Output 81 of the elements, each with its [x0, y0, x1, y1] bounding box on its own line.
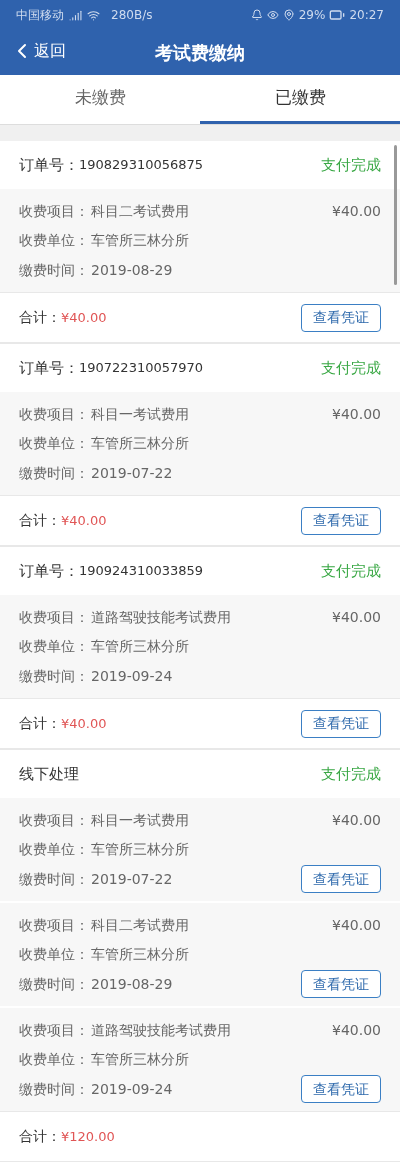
- field-label: 收费单位：: [19, 1050, 89, 1069]
- view-voucher-button[interactable]: 查看凭证: [301, 303, 381, 332]
- order-number: 190924310033859: [79, 562, 204, 581]
- field-label: 缴费时间：: [19, 260, 89, 280]
- payment-status: 支付完成: [321, 154, 381, 176]
- total-amount: ¥120.00: [61, 1127, 115, 1146]
- view-voucher-button[interactable]: 查看凭证: [301, 1075, 381, 1103]
- field-label: 收费项目：: [19, 1020, 89, 1040]
- field-value: 2019-07-22: [91, 869, 173, 889]
- field-label: 收费项目：: [19, 810, 89, 830]
- tab[interactable]: 已缴费: [200, 75, 400, 124]
- field-label: 缴费时间：: [19, 1079, 89, 1099]
- fee-amount: ¥40.00: [332, 916, 381, 935]
- payment-status: 支付完成: [321, 763, 381, 785]
- section-title: 线下处理: [19, 763, 79, 785]
- field-value: 2019-08-29: [91, 260, 173, 280]
- order-label: 订单号：: [19, 154, 79, 176]
- total-label: 合计：: [19, 1127, 61, 1146]
- signal-icon: [69, 8, 82, 22]
- back-button[interactable]: 返回: [10, 39, 66, 63]
- battery-percent: 29%: [298, 7, 326, 24]
- wifi-icon: [87, 8, 100, 22]
- field-label: 缴费时间：: [19, 666, 89, 686]
- fee-amount: ¥40.00: [332, 608, 381, 627]
- fee-amount: ¥40.00: [332, 202, 381, 221]
- field-value: 车管所三林分所: [91, 840, 189, 859]
- order-number: 190829310056875: [79, 156, 204, 175]
- bell-icon: [250, 9, 263, 21]
- field-label: 收费单位：: [19, 840, 89, 859]
- page-title: 考试费缴纳: [155, 41, 245, 65]
- total-label: 合计：: [19, 511, 61, 530]
- field-value: 道路驾驶技能考试费用: [91, 607, 231, 627]
- field-value: 道路驾驶技能考试费用: [91, 1020, 231, 1040]
- view-voucher-button[interactable]: 查看凭证: [301, 709, 381, 738]
- field-label: 收费单位：: [19, 945, 89, 964]
- field-label: 缴费时间：: [19, 869, 89, 889]
- view-voucher-button[interactable]: 查看凭证: [301, 506, 381, 535]
- field-label: 收费单位：: [19, 231, 89, 250]
- field-value: 车管所三林分所: [91, 637, 189, 656]
- field-label: 收费项目：: [19, 404, 89, 424]
- fee-amount: ¥40.00: [332, 405, 381, 424]
- order-number: 190722310057970: [79, 359, 204, 378]
- field-value: 2019-09-24: [91, 1079, 173, 1099]
- field-value: 车管所三林分所: [91, 434, 189, 453]
- network-speed: 280B/s: [111, 7, 153, 24]
- field-label: 收费单位：: [19, 637, 89, 656]
- tab[interactable]: 未缴费: [0, 75, 200, 124]
- battery-icon: [329, 7, 346, 23]
- field-value: 车管所三林分所: [91, 945, 189, 964]
- payment-status: 支付完成: [321, 357, 381, 379]
- total-amount: ¥40.00: [61, 308, 107, 327]
- total-label: 合计：: [19, 714, 61, 733]
- field-value: 科目一考试费用: [91, 404, 189, 424]
- field-value: 车管所三林分所: [91, 1050, 189, 1069]
- carrier-name: 中国移动: [16, 7, 64, 24]
- field-label: 收费项目：: [19, 201, 89, 221]
- field-value: 科目二考试费用: [91, 201, 189, 221]
- order-label: 订单号：: [19, 560, 79, 582]
- field-label: 收费单位：: [19, 434, 89, 453]
- field-value: 2019-08-29: [91, 974, 173, 994]
- order-label: 订单号：: [19, 357, 79, 379]
- field-label: 收费项目：: [19, 607, 89, 627]
- field-value: 2019-07-22: [91, 463, 173, 483]
- field-value: 科目一考试费用: [91, 810, 189, 830]
- total-amount: ¥40.00: [61, 714, 107, 733]
- fee-amount: ¥40.00: [332, 1021, 381, 1040]
- field-label: 缴费时间：: [19, 974, 89, 994]
- field-value: 2019-09-24: [91, 666, 173, 686]
- clock-time: 20:27: [349, 7, 384, 24]
- fee-amount: ¥40.00: [332, 811, 381, 830]
- field-value: 科目二考试费用: [91, 915, 189, 935]
- view-voucher-button[interactable]: 查看凭证: [301, 865, 381, 893]
- eye-icon: [266, 9, 279, 21]
- view-voucher-button[interactable]: 查看凭证: [301, 970, 381, 998]
- field-label: 收费项目：: [19, 915, 89, 935]
- field-label: 缴费时间：: [19, 463, 89, 483]
- total-amount: ¥40.00: [61, 511, 107, 530]
- payment-status: 支付完成: [321, 560, 381, 582]
- location-icon: [282, 9, 295, 21]
- field-value: 车管所三林分所: [91, 231, 189, 250]
- total-label: 合计：: [19, 308, 61, 327]
